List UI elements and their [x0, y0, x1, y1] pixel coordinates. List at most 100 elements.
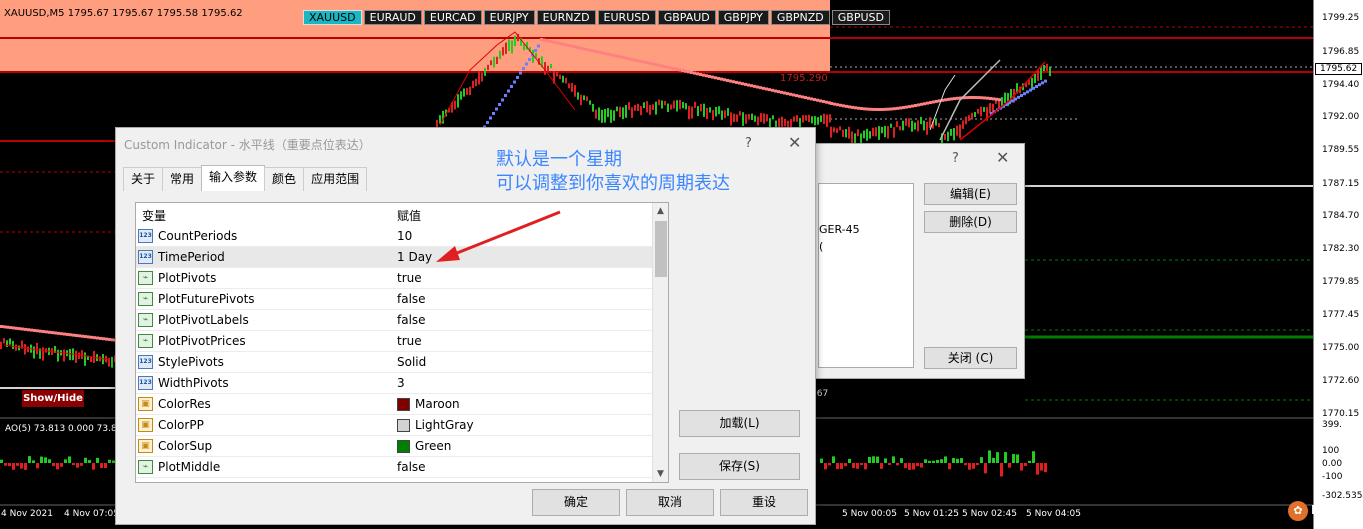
load-button[interactable]: 加载(L) [679, 410, 800, 437]
save-button[interactable]: 保存(S) [679, 453, 800, 480]
params-grid[interactable]: 变量 赋值 123 CountPeriods 10 123 TimePeriod 1 Da… [135, 202, 669, 483]
price-label: 1799.25 [1322, 13, 1360, 23]
number-param-icon: 123 [138, 376, 153, 390]
param-row[interactable]: 123 CountPeriods 10 [136, 226, 654, 247]
time-label: 5 Nov 02:45 [962, 509, 1017, 519]
param-value[interactable]: false [397, 460, 426, 474]
param-name: PlotPivotLabels [158, 313, 249, 327]
indicators-list[interactable]: GER-45 ( [818, 183, 914, 368]
ao-axis-label: -100 [1322, 472, 1343, 482]
symbol-tab-euraud[interactable]: EURAUD [363, 10, 422, 25]
ao-axis-label: 0.00 [1322, 459, 1343, 469]
ao-axis-label: -302.535 [1322, 491, 1363, 501]
scroll-down-icon[interactable]: ▼ [657, 469, 664, 479]
price-label: 1784.70 [1322, 211, 1360, 221]
help-button[interactable]: ? [745, 136, 752, 151]
cancel-button[interactable]: 取消 [626, 489, 714, 516]
price-axis[interactable]: 1799.25 1796.85 1794.40 1792.00 1789.55 1787.… [1313, 0, 1363, 529]
price-label: 1779.85 [1322, 277, 1360, 287]
param-row[interactable]: ▣ ColorSup Green [136, 436, 654, 457]
reset-button[interactable]: 重设 [720, 489, 808, 516]
symbol-tab-gbpnzd[interactable]: GBPNZD [770, 10, 830, 25]
symbol-tab-gbpusd[interactable]: GBPUSD [831, 10, 890, 25]
tab-1[interactable]: 常用 [162, 167, 203, 191]
param-value[interactable]: 1 Day [397, 250, 432, 264]
time-label: 5 Nov 01:25 [904, 509, 959, 519]
param-name: StylePivots [158, 355, 224, 369]
param-value[interactable]: false [397, 292, 426, 306]
param-name: ColorRes [158, 397, 211, 411]
tab-4[interactable]: 应用范围 [303, 167, 368, 191]
param-row[interactable]: ▣ ColorPP LightGray [136, 415, 654, 436]
param-value[interactable]: true [397, 271, 422, 285]
param-row[interactable]: ⌁ PlotMiddle false [136, 457, 654, 478]
tab-0[interactable]: 关于 [123, 167, 164, 191]
param-row[interactable]: ⌁ PlotFuturePivots false [136, 289, 654, 310]
param-value[interactable]: LightGray [415, 418, 474, 432]
annotation-text: 默认是一个星期 可以调整到你喜欢的周期表达 [496, 148, 730, 196]
close-icon[interactable]: ✕ [788, 133, 801, 152]
param-row[interactable]: ⌁ PlotPivotPrices true [136, 331, 654, 352]
list-item: ( [819, 240, 824, 253]
param-value[interactable]: 10 [397, 229, 412, 243]
symbol-tab-gbpaud[interactable]: GBPAUD [657, 10, 716, 25]
param-value[interactable]: false [397, 313, 426, 327]
params-scrollbar[interactable]: ▲ ▼ [652, 203, 668, 482]
param-value[interactable]: true [397, 334, 422, 348]
number-param-icon: 123 [138, 229, 153, 243]
param-value[interactable]: Maroon [415, 397, 460, 411]
param-name: PlotFuturePivots [158, 292, 255, 306]
color-swatch[interactable] [397, 398, 410, 411]
param-row[interactable]: ▣ ColorRes Maroon [136, 394, 654, 415]
param-name: CountPeriods [158, 229, 238, 243]
param-value[interactable]: Solid [397, 355, 426, 369]
symbol-tab-gbpjpy[interactable]: GBPJPY [717, 10, 769, 25]
help-button[interactable]: ? [952, 151, 959, 166]
symbol-tab-eurusd[interactable]: EURUSD [597, 10, 656, 25]
param-value[interactable]: 3 [397, 376, 405, 390]
edit-button[interactable]: 编辑(E) [924, 183, 1017, 205]
price-label: 1782.30 [1322, 244, 1360, 254]
param-row[interactable]: 123 TimePeriod 1 Day [136, 247, 654, 268]
show-hide-button[interactable]: Show/Hide [22, 390, 84, 407]
symbol-tab-xauusd[interactable]: XAUUSD [303, 10, 362, 25]
ao-axis-label: 399. [1322, 420, 1343, 430]
price-label: 1787.15 [1322, 179, 1360, 189]
close-icon[interactable]: ✕ [996, 148, 1009, 167]
param-row[interactable]: 123 WidthPivots 3 [136, 373, 654, 394]
symbol-tab-eurjpy[interactable]: EURJPY [483, 10, 535, 25]
bool-param-icon: ⌁ [138, 334, 153, 348]
eahub-logo-icon: ✿ [1288, 501, 1308, 521]
bool-param-icon: ⌁ [138, 292, 153, 306]
param-name: TimePeriod [158, 250, 225, 264]
param-name: WidthPivots [158, 376, 229, 390]
param-row[interactable]: ⌁ PlotPivots true [136, 268, 654, 289]
delete-button[interactable]: 删除(D) [924, 211, 1017, 233]
param-row[interactable]: 123 StylePivots Solid [136, 352, 654, 373]
dialog-tabs: 关于 常用 输入参数 颜色 应用范围 [123, 165, 368, 191]
number-param-icon: 123 [138, 355, 153, 369]
tab-2[interactable]: 输入参数 [201, 165, 266, 191]
price-label: 1772.60 [1322, 376, 1360, 386]
color-swatch[interactable] [397, 440, 410, 453]
price-label: 1770.15 [1322, 409, 1360, 419]
color-swatch[interactable] [397, 419, 410, 432]
close-button[interactable]: 关闭 (C) [924, 347, 1017, 369]
price-label: 1775.00 [1322, 343, 1360, 353]
ok-button[interactable]: 确定 [532, 489, 620, 516]
symbol-tab-eurcad[interactable]: EURCAD [423, 10, 482, 25]
symbol-tab-eurnzd[interactable]: EURNZD [536, 10, 596, 25]
time-label: 5 Nov 04:05 [1026, 509, 1081, 519]
tab-3[interactable]: 颜色 [264, 167, 305, 191]
list-item[interactable]: GER-45 [819, 223, 860, 236]
color-param-icon: ▣ [138, 397, 153, 411]
price-label: 1789.55 [1322, 145, 1360, 155]
scroll-thumb[interactable] [655, 221, 667, 277]
time-label: 4 Nov 2021 [1, 509, 53, 519]
dialog-title: Custom Indicator - 水平线（重要点位表达） [124, 138, 371, 152]
price-label: 1794.40 [1322, 80, 1360, 90]
scroll-up-icon[interactable]: ▲ [657, 206, 664, 216]
param-row[interactable]: ⌁ PlotPivotLabels false [136, 310, 654, 331]
param-value[interactable]: Green [415, 439, 451, 453]
grid-header: 变量 赋值 [136, 203, 654, 226]
